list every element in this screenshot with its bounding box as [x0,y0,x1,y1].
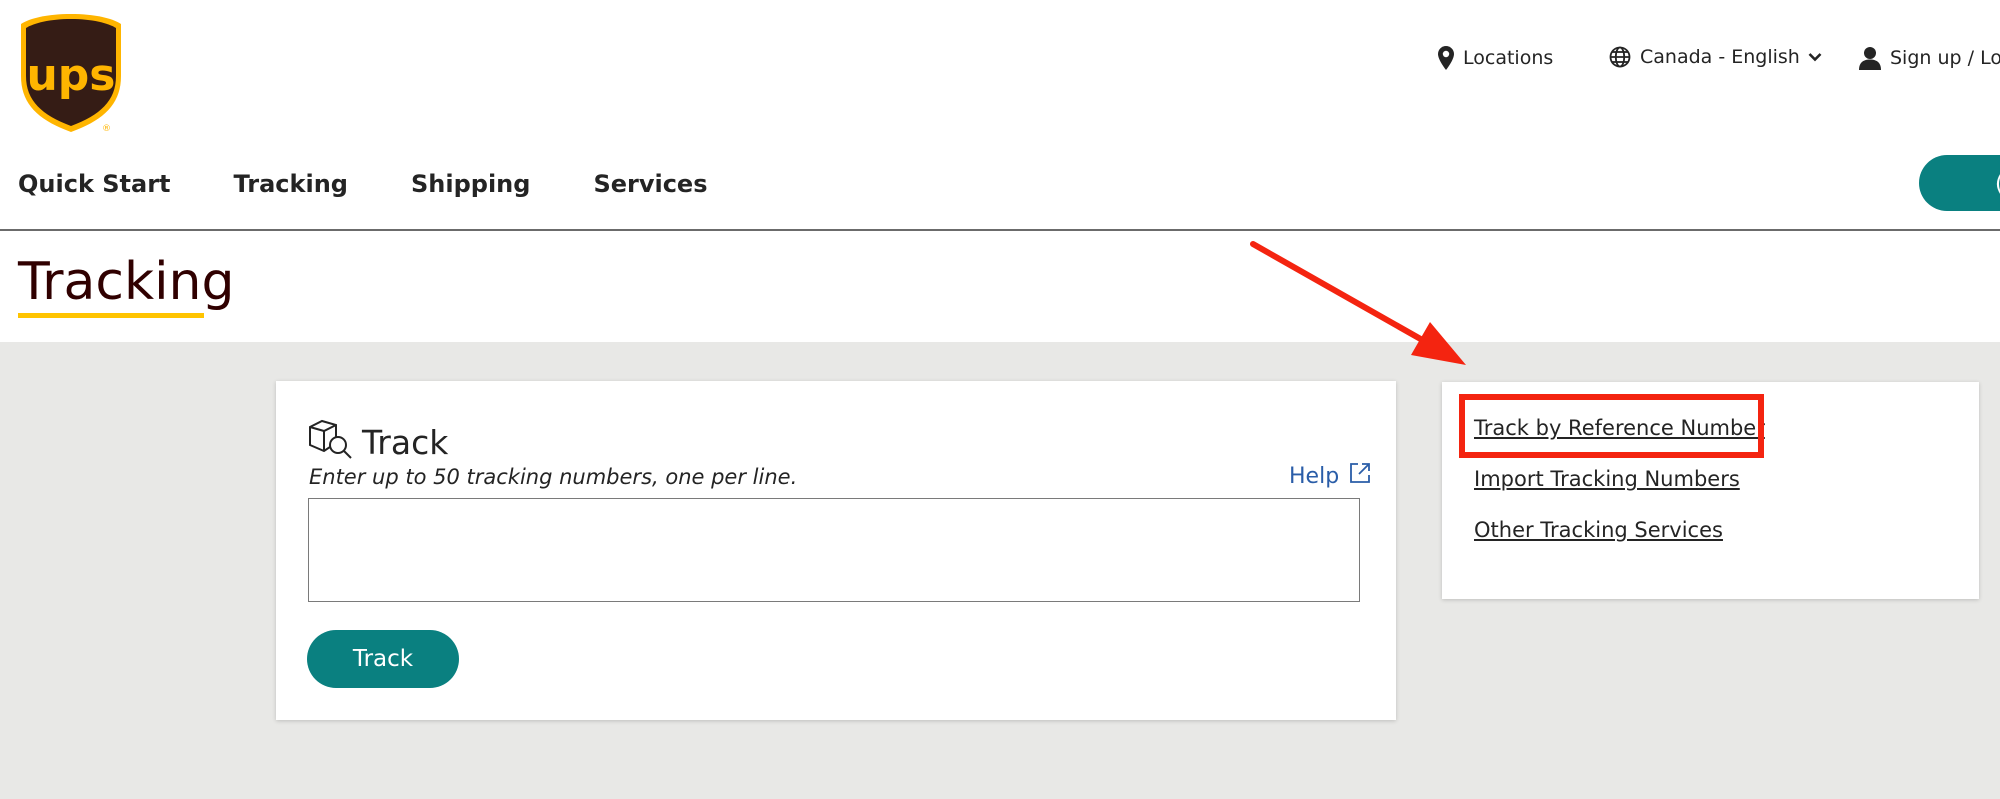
track-instructions: Enter up to 50 tracking numbers, one per… [309,465,798,489]
language-selector[interactable]: Canada - English [1609,46,1822,68]
track-heading: Track [362,423,449,462]
globe-icon [1609,46,1631,68]
locations-link[interactable]: Locations [1438,46,1553,70]
user-icon [1859,46,1881,70]
nav-item-tracking[interactable]: Tracking [234,170,348,198]
header-cta-label: ( [1995,172,2000,197]
map-pin-icon [1438,46,1454,70]
nav-item-shipping[interactable]: Shipping [411,170,530,198]
title-underline [18,313,204,318]
import-tracking-numbers-link[interactable]: Import Tracking Numbers [1474,467,1740,491]
svg-text:®: ® [102,124,111,134]
external-link-icon [1349,462,1371,484]
main-nav: Quick Start Tracking Shipping Services [18,170,771,198]
ups-logo[interactable]: ups ® [18,12,124,134]
nav-item-quick-start[interactable]: Quick Start [18,170,171,198]
locations-label: Locations [1463,47,1554,69]
language-label: Canada - English [1640,46,1800,68]
other-tracking-services-link[interactable]: Other Tracking Services [1474,518,1723,542]
page-title: Tracking [18,252,235,312]
package-search-icon [309,419,352,459]
annotation-highlight-box [1459,394,1764,458]
nav-divider [0,229,2000,231]
chevron-down-icon [1808,52,1822,62]
header-cta-button[interactable] [1919,155,2000,211]
nav-item-services[interactable]: Services [593,170,707,198]
signup-login-link[interactable]: Sign up / Log [1859,46,2000,70]
annotation-arrow-icon [1250,241,1466,365]
signup-label: Sign up / Log [1890,47,2000,69]
help-label: Help [1289,464,1340,489]
help-link[interactable]: Help [1289,462,1371,489]
logo-text: ups [26,50,115,101]
tracking-numbers-input[interactable] [308,498,1360,602]
track-button[interactable]: Track [307,630,459,688]
